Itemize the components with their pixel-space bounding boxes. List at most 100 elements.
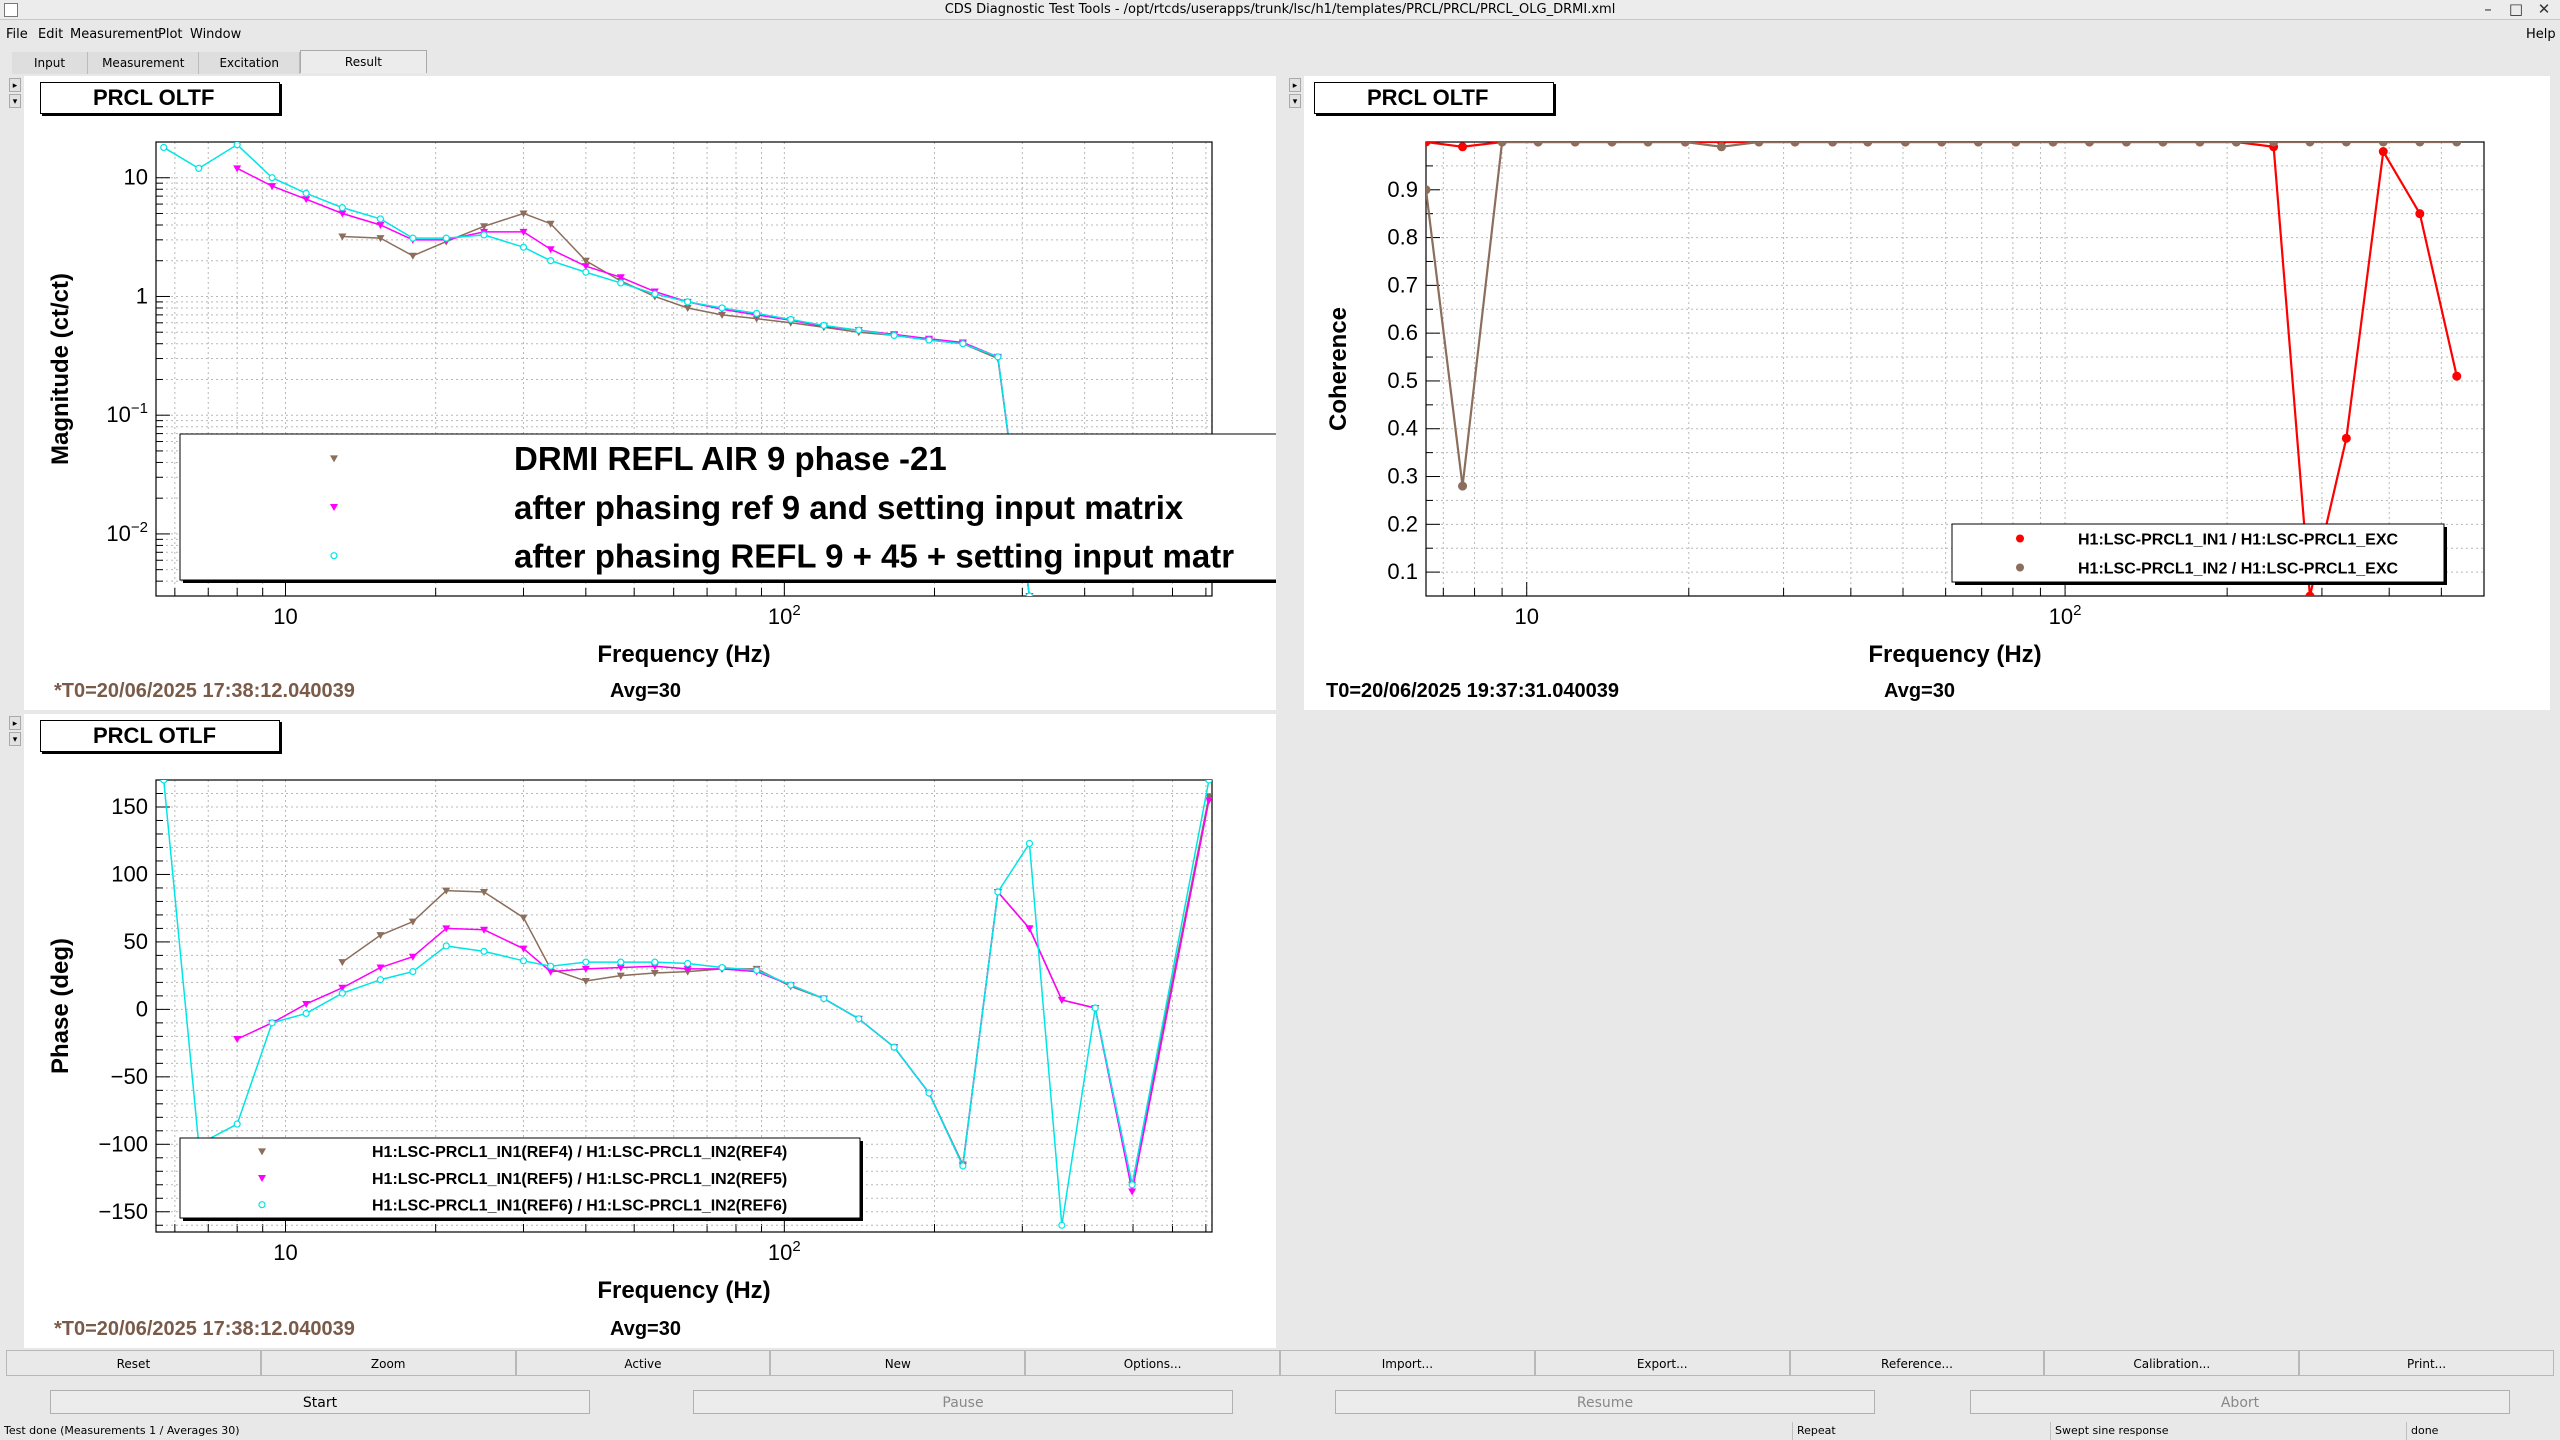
data-point: [2011, 142, 2021, 147]
abort-button[interactable]: Abort: [1970, 1390, 2510, 1414]
legend-entry: H1:LSC-PRCL1_IN2 / H1:LSC-PRCL1_EXC: [2078, 560, 2399, 577]
data-point: [233, 165, 242, 173]
expand-arrow-icon[interactable]: ▸: [9, 716, 21, 730]
data-point: [855, 1015, 863, 1023]
start-button[interactable]: Start: [50, 1390, 590, 1414]
x-tick-label: 10: [273, 604, 297, 629]
series-2: [1426, 142, 2462, 491]
window-titlebar: CDS Diagnostic Test Tools - /opt/rtcds/u…: [0, 0, 2560, 20]
collapse-arrow-icon[interactable]: ▾: [1289, 94, 1301, 108]
print-button[interactable]: Print...: [2299, 1350, 2554, 1376]
data-point: [855, 326, 863, 334]
new-button[interactable]: New: [770, 1350, 1026, 1376]
y-tick-label: 10−2: [106, 519, 148, 546]
menu-edit[interactable]: Edit: [38, 24, 63, 46]
data-point: [787, 315, 795, 324]
menu-window[interactable]: Window: [190, 24, 241, 46]
data-point: [233, 1036, 242, 1044]
data-point: [519, 243, 528, 251]
magnitude-plot-panel: PRCL OLTF 10 1 10−1 10−2 10 102 Frequency (Hz)…: [24, 76, 1276, 710]
data-point: [2452, 371, 2462, 381]
data-point: [376, 976, 385, 984]
data-point: [519, 914, 528, 922]
pause-button[interactable]: Pause: [693, 1390, 1233, 1414]
data-point: [787, 981, 795, 989]
data-point: [753, 966, 761, 974]
data-point: [1937, 142, 1947, 147]
y-tick-label: 50: [124, 929, 148, 954]
data-point: [2305, 142, 2315, 147]
legend-marker: [258, 1201, 266, 1209]
data-point: [1426, 185, 1431, 195]
y-tick-label: 150: [111, 794, 148, 819]
tab-measurement[interactable]: Measurement: [88, 52, 200, 74]
data-point: [1458, 481, 1468, 491]
data-point: [651, 958, 659, 966]
magnitude-chart[interactable]: 10 1 10−1 10−2 10 102 Frequency (Hz) Magnitude …: [24, 76, 1276, 710]
legend-entry: H1:LSC-PRCL1_IN1(REF5) / H1:LSC-PRCL1_IN…: [372, 1171, 787, 1188]
x-tick-label: 10: [273, 1240, 297, 1265]
collapse-arrow-icon[interactable]: ▾: [9, 732, 21, 746]
expand-arrow-icon[interactable]: ▸: [1289, 78, 1301, 92]
tab-input[interactable]: Input: [12, 52, 89, 74]
data-point: [1426, 142, 1431, 147]
y-tick-label: −50: [111, 1064, 148, 1089]
resume-button[interactable]: Resume: [1335, 1390, 1875, 1414]
close-icon[interactable]: ✕: [2530, 0, 2558, 20]
avg-count: Avg=30: [1884, 680, 1955, 702]
data-point: [2378, 142, 2388, 147]
data-point: [820, 994, 828, 1003]
y-tick-label: 0.7: [1387, 272, 1418, 297]
data-point: [2195, 142, 2205, 147]
data-point: [376, 932, 385, 940]
maximize-icon[interactable]: □: [2502, 0, 2530, 20]
y-axis-title: Magnitude (ct/ct): [47, 273, 74, 465]
status-mode: Repeat: [1792, 1422, 1836, 1440]
reference-button[interactable]: Reference...: [1789, 1350, 2045, 1376]
menu-file[interactable]: File: [6, 24, 28, 46]
reset-button[interactable]: Reset: [6, 1350, 261, 1376]
y-tick-label: 100: [111, 861, 148, 886]
import-button[interactable]: Import...: [1279, 1350, 1535, 1376]
data-point: [302, 1000, 311, 1008]
y-tick-label: −100: [98, 1131, 148, 1156]
legend-marker: [330, 552, 338, 560]
y-tick-label: 0.4: [1387, 416, 1418, 441]
menu-plot[interactable]: Plot: [158, 24, 183, 46]
data-point: [753, 309, 761, 318]
minimize-icon[interactable]: –: [2474, 0, 2502, 20]
expand-arrow-icon[interactable]: ▸: [9, 78, 21, 92]
tab-result[interactable]: Result: [299, 50, 427, 73]
data-point: [1680, 142, 1690, 147]
x-axis-title: Frequency (Hz): [597, 1277, 770, 1304]
data-point: [1607, 142, 1617, 147]
phase-chart[interactable]: 150100500−50−100−15010 102Frequency (Hz)P…: [24, 714, 1276, 1348]
options-button[interactable]: Options...: [1025, 1350, 1280, 1376]
y-tick-label: 10−1: [106, 400, 148, 427]
y-tick-label: 0.9: [1387, 177, 1418, 202]
menu-measurement[interactable]: Measurement: [70, 24, 159, 46]
export-button[interactable]: Export...: [1534, 1350, 1790, 1376]
calibration-button[interactable]: Calibration...: [2044, 1350, 2300, 1376]
data-point: [338, 959, 347, 967]
menu-bar: File Edit Measurement Plot Window Help: [0, 24, 2560, 46]
data-point: [1128, 1181, 1136, 1189]
data-point: [409, 967, 417, 976]
menu-help[interactable]: Help: [2526, 24, 2556, 46]
legend-entry: DRMI REFL AIR 9 phase -21: [514, 440, 947, 477]
zoom-button[interactable]: Zoom: [260, 1350, 516, 1376]
collapse-arrow-icon[interactable]: ▾: [9, 94, 21, 108]
data-point: [2452, 142, 2462, 147]
status-state: done: [2406, 1422, 2438, 1440]
data-point: [480, 947, 488, 955]
y-tick-label: 10: [124, 165, 148, 190]
avg-count: Avg=30: [610, 1318, 681, 1340]
data-point: [268, 174, 276, 182]
legend-entry: H1:LSC-PRCL1_IN1(REF6) / H1:LSC-PRCL1_IN…: [372, 1197, 787, 1214]
x-tick-label: 10: [1514, 604, 1538, 629]
coherence-chart[interactable]: 0.1 0.2 0.3 0.4 0.5 0.6 0.7 0.8 0.9 10 102 Frequenc…: [1304, 76, 2550, 710]
tab-excitation[interactable]: Excitation: [199, 52, 300, 74]
data-point: [959, 1162, 967, 1170]
data-point: [2341, 433, 2351, 443]
active-button[interactable]: Active: [515, 1350, 771, 1376]
